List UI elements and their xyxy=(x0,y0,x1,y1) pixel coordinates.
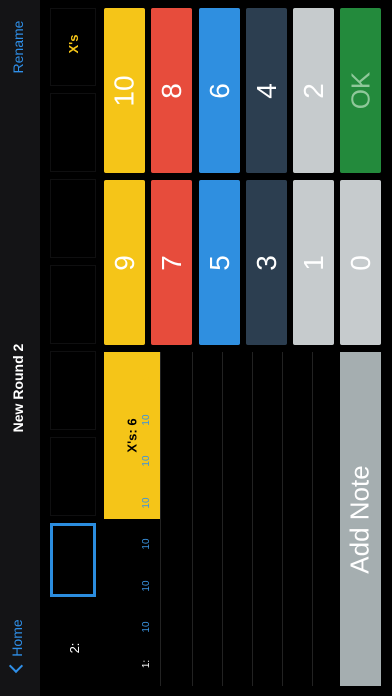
row-index: 1: xyxy=(141,659,152,669)
scorecard-gridline xyxy=(192,352,193,686)
key-ok[interactable]: OK xyxy=(340,8,381,173)
add-note-button[interactable]: Add Note xyxy=(340,352,381,686)
xs-count-tag-label: X's: 6 xyxy=(124,418,140,453)
arrow-score: 10 xyxy=(141,414,152,426)
arrow-score: 10 xyxy=(141,538,152,550)
arrow-slot[interactable] xyxy=(50,179,96,258)
arrow-slot[interactable] xyxy=(50,265,96,344)
key-label: 7 xyxy=(155,254,187,271)
key-3[interactable]: 3 xyxy=(246,180,287,345)
xs-label: X's xyxy=(66,34,81,54)
arrow-slot[interactable] xyxy=(50,93,96,172)
scorecard-gridline xyxy=(252,352,253,686)
key-4[interactable]: 4 xyxy=(246,8,287,173)
arrow-score: 10 xyxy=(141,580,152,592)
key-0[interactable]: 0 xyxy=(340,180,381,345)
x-count-cell: 6 xyxy=(141,375,152,381)
home-button[interactable]: Home xyxy=(8,613,31,677)
arrow-score: 10 xyxy=(141,455,152,467)
key-label: 6 xyxy=(203,82,235,99)
arrow-score: 10 xyxy=(141,621,152,633)
arrow-score: 10 xyxy=(141,497,152,509)
key-7[interactable]: 7 xyxy=(151,180,192,345)
scorecard-gridline xyxy=(222,352,223,686)
key-label: 2 xyxy=(297,82,329,99)
key-1[interactable]: 1 xyxy=(293,180,334,345)
arrow-slot-selected[interactable] xyxy=(50,523,96,597)
key-label: 9 xyxy=(108,254,140,271)
key-label: 5 xyxy=(203,254,235,271)
rename-button[interactable]: Rename xyxy=(10,17,30,77)
home-label: Home xyxy=(9,619,25,657)
key-label: 4 xyxy=(250,82,282,99)
key-label: 0 xyxy=(344,254,376,271)
scorecard-gridline xyxy=(282,352,283,686)
key-label: 3 xyxy=(250,254,282,271)
key-label: 10 xyxy=(108,74,140,107)
arrow-slot[interactable] xyxy=(50,437,96,516)
key-2[interactable]: 2 xyxy=(293,8,334,173)
key-6[interactable]: 6 xyxy=(199,8,240,173)
chevron-left-icon xyxy=(8,658,24,673)
arrow-slot[interactable] xyxy=(50,351,96,430)
key-label: OK xyxy=(344,71,375,110)
scorecard-gridline xyxy=(160,352,161,686)
key-9[interactable]: 9 xyxy=(104,180,145,345)
end-number-label: 2: xyxy=(67,642,82,654)
key-5[interactable]: 5 xyxy=(199,180,240,345)
key-10[interactable]: 10 xyxy=(104,8,145,173)
key-label: 1 xyxy=(297,254,329,271)
key-8[interactable]: 8 xyxy=(151,8,192,173)
page-title: New Round 2 xyxy=(10,343,26,433)
scorecard-gridline xyxy=(312,352,313,686)
key-label: 8 xyxy=(155,82,187,99)
add-note-label: Add Note xyxy=(345,464,375,574)
